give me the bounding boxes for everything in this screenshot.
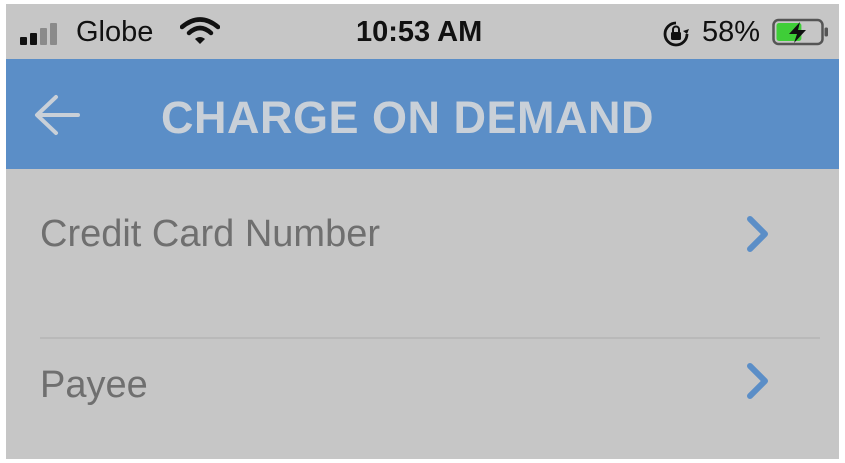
chevron-right-icon — [747, 216, 768, 252]
battery-icon — [772, 18, 828, 46]
status-bar: Globe 10:53 AM 58% — [6, 4, 839, 59]
page-title: CHARGE ON DEMAND — [161, 92, 655, 143]
back-arrow-icon[interactable] — [32, 92, 82, 138]
credit-card-number-label: Credit Card Number — [40, 213, 380, 255]
status-time: 10:53 AM — [356, 16, 483, 48]
credit-card-number-row[interactable]: Credit Card Number — [6, 169, 839, 319]
orientation-lock-icon — [663, 21, 689, 47]
app-header: CHARGE ON DEMAND — [6, 59, 839, 169]
payee-row[interactable]: Payee — [6, 339, 839, 459]
payee-label: Payee — [40, 364, 148, 406]
signal-icon — [20, 23, 62, 45]
carrier-name: Globe — [76, 16, 154, 48]
battery-percent: 58% — [702, 16, 761, 48]
wifi-icon — [180, 17, 220, 44]
chevron-right-icon — [747, 363, 768, 399]
app-screen: Globe 10:53 AM 58% CHARGE ON DEMAND Cred — [6, 4, 839, 459]
